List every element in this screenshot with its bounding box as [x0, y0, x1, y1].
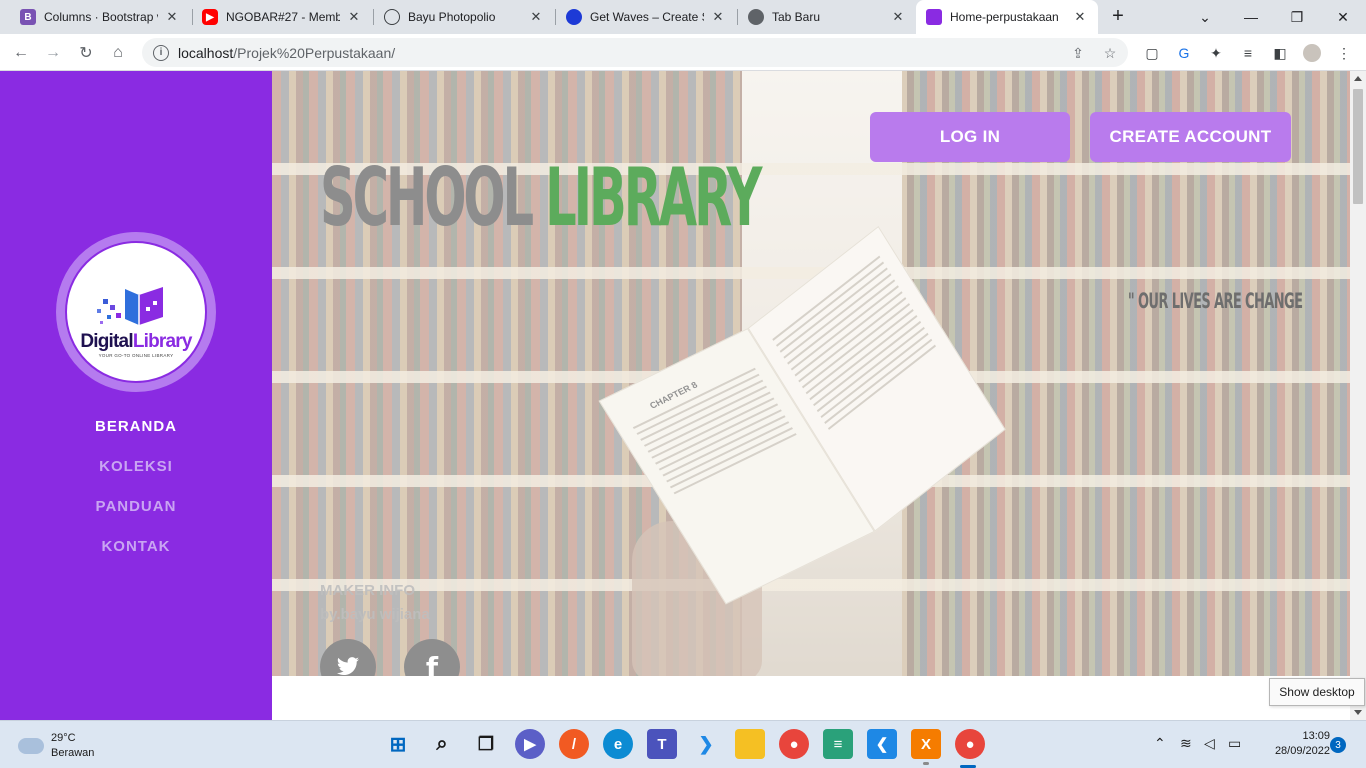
- home-icon[interactable]: ⌂: [107, 42, 129, 64]
- chat-icon[interactable]: ▶: [515, 729, 545, 759]
- file-explorer-icon[interactable]: [735, 729, 765, 759]
- bookmark-star-icon[interactable]: ☆: [1102, 45, 1118, 61]
- close-icon[interactable]: ✕: [710, 9, 726, 25]
- youtube-icon: ▶: [202, 9, 218, 25]
- notification-badge[interactable]: 3: [1330, 737, 1346, 753]
- library-icon: [926, 9, 942, 25]
- url-text: localhost/Projek%20Perpustakaan/: [178, 44, 396, 61]
- task-view-icon[interactable]: ❐: [471, 729, 501, 759]
- browser-tab-active[interactable]: Home-perpustakaan ✕: [916, 0, 1098, 34]
- page-scrollbar[interactable]: [1350, 71, 1366, 720]
- back-arrow-icon[interactable]: ←: [10, 42, 32, 64]
- edge-icon[interactable]: e: [603, 729, 633, 759]
- create-account-button[interactable]: CREATE ACCOUNT: [1090, 112, 1291, 162]
- sidebar-menu: BERANDA KOLEKSI PANDUAN KONTAK: [0, 417, 272, 577]
- close-icon[interactable]: ✕: [890, 9, 906, 25]
- reload-icon[interactable]: ↻: [75, 42, 97, 64]
- menu-kebab-icon[interactable]: ⋮: [1335, 44, 1353, 62]
- clock[interactable]: 13:09 28/09/2022: [1250, 729, 1330, 759]
- cloud-icon: [18, 738, 44, 754]
- web-page: DigitalLibrary YOUR GO-TO ONLINE LIBRARY…: [0, 71, 1350, 720]
- site-info-icon[interactable]: i: [153, 44, 169, 61]
- weather-temp: 29°C: [51, 732, 76, 744]
- puzzle-icon[interactable]: ✦: [1207, 44, 1225, 62]
- menu-item-panduan[interactable]: PANDUAN: [0, 497, 272, 537]
- app-icon[interactable]: /: [559, 729, 589, 759]
- close-window-button[interactable]: ✕: [1320, 0, 1366, 34]
- logo-text: DigitalLibrary: [80, 331, 192, 352]
- close-icon[interactable]: ✕: [346, 9, 362, 25]
- tab-title: Home-perpustakaan: [950, 10, 1059, 24]
- hero-title: SCHOOL LIBRARY: [320, 151, 762, 244]
- windows-start-icon[interactable]: ⊞: [383, 729, 413, 759]
- bootstrap-icon: B: [20, 9, 36, 25]
- hero-section: CHAPTER 8 SCHOOL LIBRARY " OUR LIVES ARE…: [272, 71, 1350, 676]
- tab-title: Get Waves – Create SV: [590, 10, 704, 24]
- logo-tagline: YOUR GO-TO ONLINE LIBRARY: [98, 353, 174, 358]
- browser-tab-bar: B Columns · Bootstrap v ✕ ▶ NGOBAR#27 - …: [0, 0, 1366, 34]
- chrome-icon: [748, 9, 764, 25]
- share-icon[interactable]: ⇪: [1070, 45, 1086, 61]
- weather-widget[interactable]: 29°C Berawan: [18, 731, 94, 761]
- tab-title: Bayu Photopolio: [408, 10, 496, 24]
- menu-item-koleksi[interactable]: KOLEKSI: [0, 457, 272, 497]
- tab-title: NGOBAR#27 - Memb: [226, 10, 340, 24]
- scrollbar-thumb[interactable]: [1353, 89, 1363, 204]
- menu-item-beranda[interactable]: BERANDA: [0, 417, 272, 457]
- tab-search-icon[interactable]: ⌄: [1182, 0, 1228, 34]
- side-panel-icon[interactable]: ◧: [1271, 44, 1289, 62]
- browser-tab[interactable]: Tab Baru ✕: [738, 0, 916, 34]
- close-icon[interactable]: ✕: [1072, 9, 1088, 25]
- scroll-down-icon[interactable]: [1354, 710, 1362, 715]
- restore-button[interactable]: ❐: [1274, 0, 1320, 34]
- extension-icon[interactable]: ▢: [1143, 44, 1161, 62]
- globe-icon: [384, 9, 400, 25]
- windows-taskbar: 29°C Berawan ⊞ ⌕ ❐ ▶ / e T ❯ ● ≡ ❮ X ● ⌃…: [0, 720, 1366, 768]
- browser-tab[interactable]: Bayu Photopolio ✕: [374, 0, 554, 34]
- login-button[interactable]: LOG IN: [870, 112, 1070, 162]
- browser-tab[interactable]: Get Waves – Create SV ✕: [556, 0, 736, 34]
- close-icon[interactable]: ✕: [164, 9, 180, 25]
- tab-title: Tab Baru: [772, 10, 821, 24]
- maker-name: by.bayu wijiana: [320, 606, 430, 623]
- notepad-icon[interactable]: ≡: [823, 729, 853, 759]
- xampp-icon[interactable]: X: [911, 729, 941, 765]
- close-icon[interactable]: ✕: [528, 9, 544, 25]
- logo[interactable]: DigitalLibrary YOUR GO-TO ONLINE LIBRARY: [56, 232, 216, 392]
- menu-item-kontak[interactable]: KONTAK: [0, 537, 272, 577]
- search-icon[interactable]: ⌕: [427, 729, 457, 759]
- clock-date: 28/09/2022: [1274, 745, 1330, 757]
- chrome-profile-taskbar-icon[interactable]: ●: [955, 729, 985, 759]
- new-tab-button[interactable]: +: [1108, 6, 1128, 27]
- vscode-icon[interactable]: ❮: [867, 729, 897, 759]
- sidebar: DigitalLibrary YOUR GO-TO ONLINE LIBRARY…: [0, 71, 272, 720]
- translate-icon[interactable]: G: [1175, 44, 1193, 62]
- browser-tab[interactable]: ▶ NGOBAR#27 - Memb ✕: [192, 0, 372, 34]
- hero-quote: " OUR LIVES ARE CHANGE: [1127, 289, 1303, 313]
- battery-icon[interactable]: ▭: [1228, 735, 1241, 752]
- maker-title: MAKER INFO: [320, 582, 415, 599]
- clock-time: 13:09: [1302, 730, 1330, 742]
- wifi-icon[interactable]: ≋: [1180, 735, 1192, 752]
- browser-tab[interactable]: B Columns · Bootstrap v ✕: [10, 0, 190, 34]
- chevron-up-icon[interactable]: ⌃: [1154, 735, 1166, 752]
- book-pixel-icon: [97, 287, 163, 325]
- chrome-taskbar-icon[interactable]: ●: [779, 729, 809, 759]
- weather-desc: Berawan: [51, 747, 95, 759]
- tab-title: Columns · Bootstrap v: [44, 10, 158, 24]
- profile-avatar[interactable]: [1303, 44, 1321, 62]
- forward-arrow-icon[interactable]: →: [42, 42, 64, 64]
- volume-icon[interactable]: ◁: [1204, 735, 1215, 752]
- teams-icon[interactable]: T: [647, 729, 677, 759]
- media-control-icon[interactable]: ≡: [1239, 44, 1257, 62]
- minimize-button[interactable]: —: [1228, 0, 1274, 34]
- getwaves-icon: [566, 9, 582, 25]
- scroll-up-icon[interactable]: [1354, 76, 1362, 81]
- address-bar[interactable]: i localhost/Projek%20Perpustakaan/ ⇪ ☆: [142, 38, 1128, 67]
- maker-info: MAKER INFO by.bayu wijiana: [320, 579, 430, 627]
- browser-toolbar: ← → ↻ ⌂ i localhost/Projek%20Perpustakaa…: [0, 34, 1366, 71]
- dolphin-app-icon[interactable]: ❯: [691, 729, 721, 759]
- show-desktop-tooltip: Show desktop: [1269, 678, 1365, 706]
